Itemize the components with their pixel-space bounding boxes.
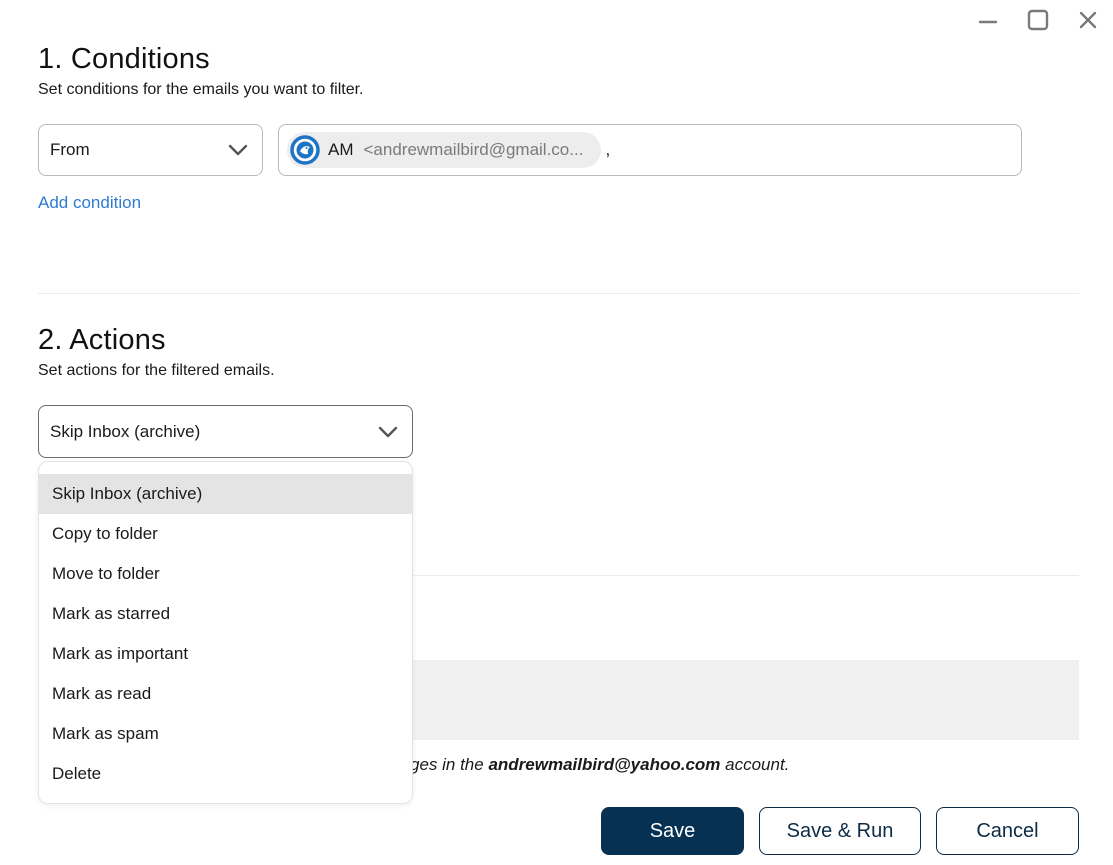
window-controls	[963, 6, 1113, 34]
save-button[interactable]: Save	[601, 807, 744, 855]
account-note-suffix: account.	[720, 755, 790, 774]
dropdown-option-mark-important[interactable]: Mark as important	[39, 634, 412, 674]
condition-field-select[interactable]: From	[38, 124, 263, 176]
recipient-chip[interactable]: AM <andrewmailbird@gmail.co...	[287, 132, 602, 168]
dropdown-option-move-to-folder[interactable]: Move to folder	[39, 554, 412, 594]
recipient-input[interactable]: AM <andrewmailbird@gmail.co... ,	[278, 124, 1022, 176]
condition-field-value: From	[50, 140, 90, 159]
actions-subtitle: Set actions for the filtered emails.	[38, 362, 275, 379]
add-condition-link[interactable]: Add condition	[38, 193, 141, 213]
dropdown-option-mark-spam[interactable]: Mark as spam	[39, 714, 412, 754]
dropdown-option-mark-starred[interactable]: Mark as starred	[39, 594, 412, 634]
action-select[interactable]: Skip Inbox (archive)	[38, 405, 413, 458]
save-and-run-button[interactable]: Save & Run	[759, 807, 921, 855]
maximize-icon	[1027, 9, 1049, 31]
dropdown-option-skip-inbox[interactable]: Skip Inbox (archive)	[39, 474, 412, 514]
minimize-icon	[978, 20, 998, 24]
conditions-subtitle: Set conditions for the emails you want t…	[38, 81, 364, 98]
dropdown-option-copy-to-folder[interactable]: Copy to folder	[39, 514, 412, 554]
action-dropdown-menu: Skip Inbox (archive) Copy to folder Move…	[38, 461, 413, 804]
recipient-initials: AM	[328, 140, 354, 159]
action-select-value: Skip Inbox (archive)	[50, 421, 201, 441]
maximize-button[interactable]	[1013, 6, 1063, 34]
cancel-button[interactable]: Cancel	[936, 807, 1079, 855]
section-divider	[38, 293, 1079, 294]
minimize-button[interactable]	[963, 6, 1013, 34]
account-email: andrewmailbird@yahoo.com	[488, 755, 721, 774]
info-panel	[412, 660, 1079, 740]
recipient-separator: ,	[605, 140, 611, 159]
actions-title: 2. Actions	[38, 324, 166, 356]
account-note-prefix: ges in the	[410, 755, 489, 774]
mailbird-logo-icon	[290, 135, 320, 165]
dropdown-option-delete[interactable]: Delete	[39, 754, 412, 794]
recipient-email: <andrewmailbird@gmail.co...	[363, 140, 584, 159]
chevron-down-icon	[228, 144, 248, 156]
dropdown-option-mark-read[interactable]: Mark as read	[39, 674, 412, 714]
chevron-down-icon	[378, 426, 398, 437]
close-button[interactable]	[1063, 6, 1113, 34]
account-note: ges in the andrewmailbird@yahoo.com acco…	[410, 755, 789, 775]
conditions-title: 1. Conditions	[38, 43, 210, 75]
close-icon	[1079, 11, 1097, 29]
